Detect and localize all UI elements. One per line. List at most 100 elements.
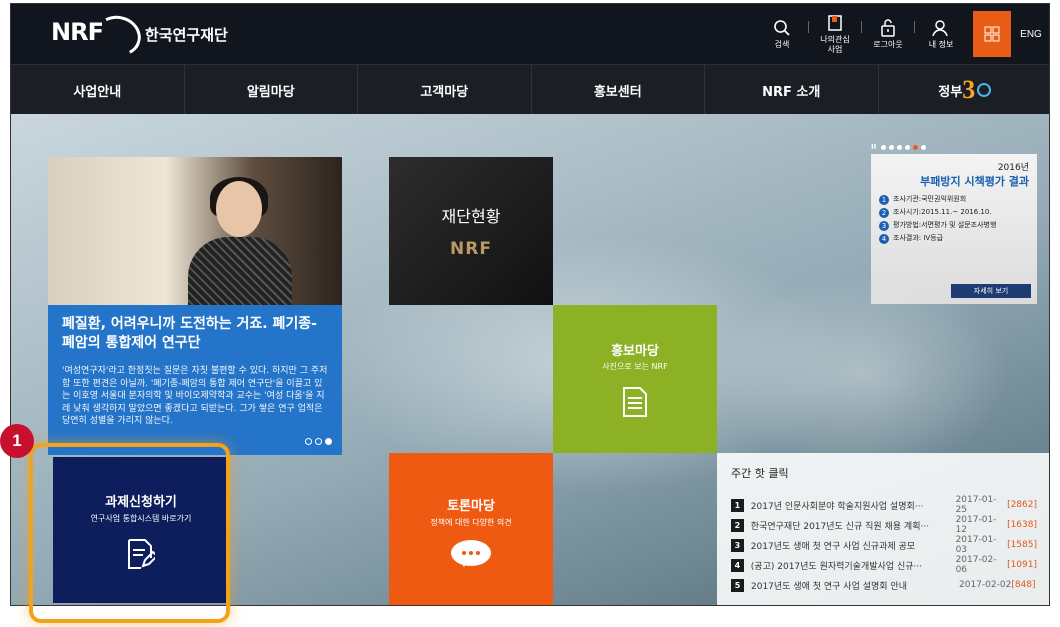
feature-pager	[305, 438, 332, 445]
banner-row-text: 평가방법:서면평가 및 설문조사병행	[893, 221, 997, 229]
pr-subtitle: 사진으로 보는 NRF	[602, 362, 668, 371]
foundation-status-tile[interactable]: 재단현황 NRF	[389, 157, 553, 305]
org-name: 한국연구재단	[145, 25, 228, 44]
nav-item-pr-center[interactable]: 홍보센터	[532, 65, 705, 115]
search-icon	[774, 19, 790, 36]
nav-item-customer[interactable]: 고객마당	[358, 65, 532, 115]
hot-click-item[interactable]: 4 (공고) 2017년도 원자력기술개발사업 신규··· 2017-02-06…	[731, 555, 1037, 575]
pager-dot-active[interactable]	[325, 438, 332, 445]
researcher-portrait	[188, 177, 292, 305]
banner-dot[interactable]	[905, 144, 911, 150]
site-logo[interactable]: NRF 한국연구재단	[51, 10, 228, 62]
all-menu-button[interactable]	[973, 11, 1011, 57]
grid-menu-icon	[984, 26, 1000, 42]
feature-story-card[interactable]: 폐질환, 어려우니까 도전하는 거죠. 폐기종-폐암의 통합제어 연구단 '여성…	[48, 305, 342, 455]
hot-click-date: 2017-02-06	[955, 555, 997, 575]
pause-icon[interactable]: II	[871, 143, 876, 151]
pager-dot[interactable]	[305, 438, 312, 445]
hot-click-item[interactable]: 5 2017년도 생애 첫 연구 사업 설명회 안내 2017-02-02 [84…	[731, 575, 1037, 595]
hot-click-title: (공고) 2017년도 원자력기술개발사업 신규···	[750, 561, 923, 572]
feature-body: '여성연구자'라고 한정짓는 질문은 자칫 불편할 수 있다. 하지만 그 주저…	[62, 366, 328, 426]
search-label: 검색	[774, 39, 790, 49]
banner-row-text: 조사결과: IV등급	[893, 234, 944, 242]
gov3-prefix: 정부	[938, 84, 963, 100]
rank-number: 2	[731, 518, 744, 532]
top-header: NRF 한국연구재단 검색 나의관심 사업 로그아웃 내 정보 ENG	[11, 4, 1049, 64]
banner-row-text: 조사시기:2015.11.~ 2016.10.	[893, 208, 992, 216]
gov3-number: 3	[962, 75, 976, 104]
number-circle-icon: 1	[879, 195, 889, 205]
hot-click-count: [2862]	[1007, 500, 1037, 510]
main-navigation: 사업안내 알림마당 고객마당 홍보센터 NRF 소개 정부 3	[11, 64, 1050, 115]
hot-click-title: 2017년도 생애 첫 연구 사업 설명회 안내	[751, 581, 907, 592]
logout-label: 로그아웃	[873, 39, 903, 49]
banner-row-text: 조사기관:국민권익위원회	[893, 195, 967, 203]
hot-click-count: [848]	[1011, 580, 1036, 590]
search-button[interactable]: 검색	[756, 19, 808, 50]
banner-title: 부패방지 시책평가 결과	[920, 175, 1029, 188]
callout-number-badge: 1	[0, 424, 34, 458]
hot-click-title: 2017년 인문사회분야 학술지원사업 설명회···	[750, 501, 924, 512]
number-circle-icon: 2	[879, 208, 889, 218]
hot-click-date: 2017-02-02	[959, 580, 1012, 590]
hot-click-item[interactable]: 2 한국연구재단 2017년도 신규 직원 채용 계획··· 2017-01-1…	[731, 515, 1037, 535]
discussion-tile[interactable]: 토론마당 정책에 대한 다양한 의견	[389, 453, 553, 605]
rank-number: 4	[731, 558, 744, 572]
anti-corruption-banner[interactable]: 2016년 부패방지 시책평가 결과 1 조사기관:국민권익위원회 2 조사시기:2…	[871, 154, 1037, 304]
hot-click-title: 2017년도 생애 첫 연구 사업 신규과제 공모	[750, 541, 916, 552]
document-icon	[623, 387, 647, 417]
banner-dot[interactable]	[889, 144, 895, 150]
hot-click-date: 2017-01-12	[955, 515, 997, 535]
portrait-body	[188, 237, 292, 305]
my-interest-button[interactable]: 나의관심 사업	[809, 14, 861, 55]
utility-menu: 검색 나의관심 사업 로그아웃 내 정보 ENG	[756, 4, 1049, 64]
banner-row: 2 조사시기:2015.11.~ 2016.10.	[879, 208, 1029, 218]
number-circle-icon: 3	[879, 221, 889, 231]
feature-photo[interactable]	[48, 157, 342, 305]
gov3-circle-icon	[977, 83, 992, 97]
user-icon	[932, 19, 948, 36]
pager-dot[interactable]	[315, 438, 322, 445]
logout-button[interactable]: 로그아웃	[862, 18, 914, 50]
hot-click-item[interactable]: 1 2017년 인문사회분야 학술지원사업 설명회··· 2017-01-25 […	[731, 495, 1037, 515]
hot-click-count: [1091]	[1007, 560, 1037, 570]
banner-pager: II	[871, 143, 927, 151]
english-site-link[interactable]: ENG	[1011, 11, 1049, 57]
my-interest-label-1: 나의관심	[820, 34, 850, 44]
feature-title: 폐질환, 어려우니까 도전하는 거죠. 폐기종-폐암의 통합제어 연구단	[62, 316, 317, 351]
gov3-banner-link[interactable]: 정부 3	[879, 65, 1050, 115]
banner-dot-active[interactable]	[913, 144, 919, 150]
hot-click-title: 한국연구재단 2017년도 신규 직원 채용 계획···	[750, 521, 930, 532]
nav-item-business[interactable]: 사업안내	[11, 65, 185, 115]
banner-dot[interactable]	[881, 144, 887, 150]
pr-tile[interactable]: 홍보마당 사진으로 보는 NRF	[553, 305, 717, 453]
lock-icon	[881, 18, 895, 37]
portrait-face	[216, 181, 262, 237]
discussion-subtitle: 정책에 대한 다양한 의견	[430, 517, 512, 527]
my-info-button[interactable]: 내 정보	[915, 19, 967, 50]
nrf-logo-mark: NRF	[51, 10, 146, 62]
nav-item-about[interactable]: NRF 소개	[705, 65, 879, 115]
discussion-title: 토론마당	[447, 498, 495, 514]
hot-clicks-title: 주간 핫 클릭	[731, 467, 789, 480]
speech-bubble-icon	[451, 539, 491, 567]
banner-row: 4 조사결과: IV등급	[879, 234, 1029, 244]
callout-highlight-box	[29, 443, 230, 623]
banner-dot[interactable]	[897, 144, 903, 150]
weekly-hot-clicks: 주간 핫 클릭 1 2017년 인문사회분야 학술지원사업 설명회··· 201…	[717, 453, 1049, 605]
hot-click-item[interactable]: 3 2017년도 생애 첫 연구 사업 신규과제 공모 2017-01-03 [1…	[731, 535, 1037, 555]
hot-click-count: [1585]	[1007, 540, 1037, 550]
nav-item-notice[interactable]: 알림마당	[185, 65, 358, 115]
banner-dot[interactable]	[921, 144, 927, 150]
pr-title: 홍보마당	[611, 344, 659, 359]
hot-click-date: 2017-01-03	[955, 535, 997, 555]
my-interest-label-2: 사업	[827, 44, 843, 54]
hot-click-date: 2017-01-25	[955, 495, 997, 515]
rank-number: 3	[731, 538, 744, 552]
rank-number: 1	[731, 498, 744, 512]
banner-year: 2016년	[997, 163, 1029, 173]
more-button[interactable]: 자세히 보기	[951, 284, 1031, 298]
foundation-title: 재단현황	[441, 207, 501, 226]
hot-click-count: [1638]	[1007, 520, 1037, 530]
rank-number: 5	[731, 578, 744, 592]
